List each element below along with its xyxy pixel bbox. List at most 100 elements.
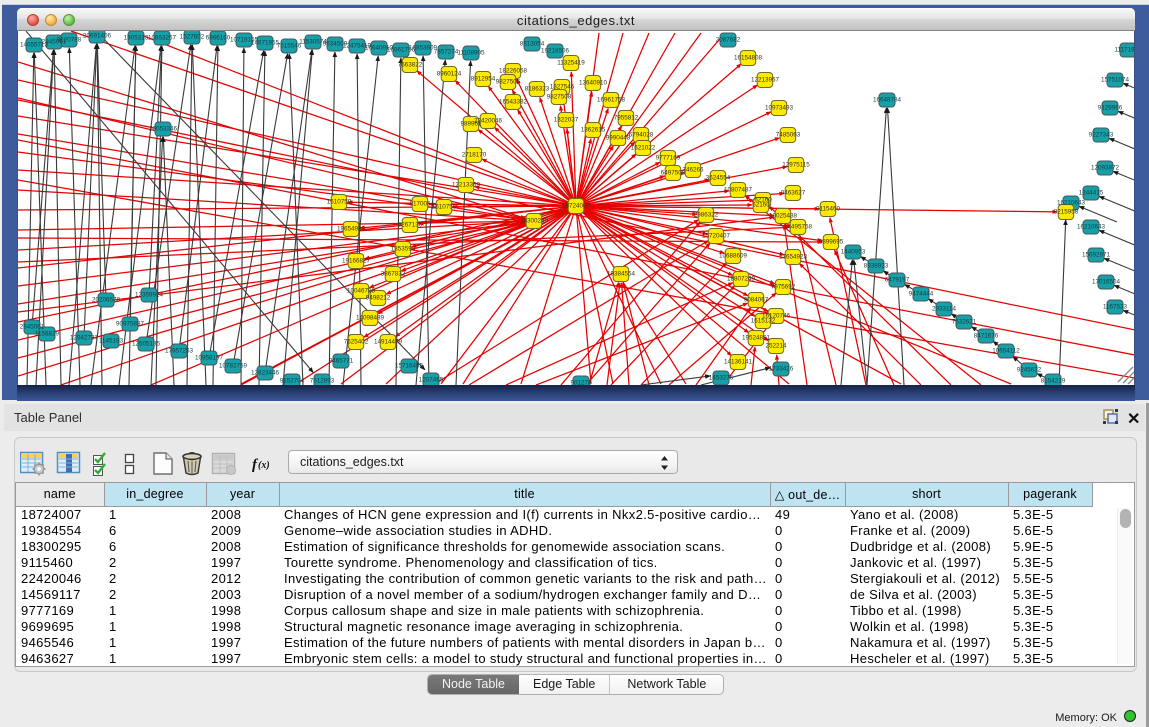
svg-text:746266: 746266 <box>682 167 704 174</box>
svg-text:9465771: 9465771 <box>329 358 354 365</box>
svg-text:12359924: 12359924 <box>135 292 164 299</box>
svg-text:15716485: 15716485 <box>395 363 424 370</box>
svg-text:14495758: 14495758 <box>784 224 813 231</box>
svg-text:18300295: 18300295 <box>520 218 549 225</box>
svg-text:7975692: 7975692 <box>771 284 796 291</box>
svg-text:11108995: 11108995 <box>457 50 485 57</box>
svg-text:8215958: 8215958 <box>1054 209 1079 216</box>
svg-text:19166827: 19166827 <box>342 258 371 265</box>
svg-text:7515546: 7515546 <box>277 43 302 50</box>
svg-text:9777169: 9777169 <box>656 155 681 162</box>
svg-text:1610759: 1610759 <box>327 199 352 206</box>
svg-text:1905313: 1905313 <box>124 35 149 42</box>
svg-text:6794028: 6794028 <box>629 132 654 139</box>
svg-text:17654923: 17654923 <box>779 254 808 261</box>
svg-text:10782759: 10782759 <box>219 363 248 370</box>
svg-text:16210643: 16210643 <box>1057 200 1086 207</box>
svg-text:901273: 901273 <box>570 380 592 385</box>
svg-text:9245632: 9245632 <box>1017 367 1042 374</box>
svg-text:1156829: 1156829 <box>35 331 60 338</box>
svg-text:9129966: 9129966 <box>1098 105 1123 112</box>
svg-text:11171952: 11171952 <box>1114 47 1135 54</box>
svg-text:(x): (x) <box>258 460 270 471</box>
svg-text:8186323: 8186323 <box>525 86 550 93</box>
svg-text:10688609: 10688609 <box>719 253 748 260</box>
svg-text:7857274: 7857274 <box>434 49 459 56</box>
svg-text:1362615: 1362615 <box>581 127 606 134</box>
svg-text:15720407: 15720407 <box>702 233 731 240</box>
svg-text:20206578: 20206578 <box>92 297 121 304</box>
svg-text:3867832: 3867832 <box>381 271 406 278</box>
svg-text:10973493: 10973493 <box>765 105 794 112</box>
svg-text:19384554: 19384554 <box>607 271 636 278</box>
svg-text:8267130: 8267130 <box>398 222 423 229</box>
svg-text:7955812: 7955812 <box>614 115 639 122</box>
svg-text:11325419: 11325419 <box>557 60 585 67</box>
svg-text:12942737: 12942737 <box>70 335 99 342</box>
svg-text:18226058: 18226058 <box>499 68 528 75</box>
svg-text:8960124: 8960124 <box>437 71 462 78</box>
svg-text:10807487: 10807487 <box>724 187 753 194</box>
svg-text:10853267: 10853267 <box>148 35 177 42</box>
svg-text:90975887: 90975887 <box>116 321 145 328</box>
svg-text:1453276: 1453276 <box>709 375 734 382</box>
svg-text:12093872: 12093872 <box>1091 165 1120 172</box>
svg-text:7485063: 7485063 <box>776 132 801 139</box>
svg-text:10046798: 10046798 <box>347 288 376 295</box>
svg-text:14671955: 14671955 <box>251 40 280 47</box>
svg-text:817005: 817005 <box>409 201 431 208</box>
svg-text:12505135: 12505135 <box>132 341 161 348</box>
svg-text:10958197: 10958197 <box>195 355 224 362</box>
svg-text:8813054: 8813054 <box>520 41 545 48</box>
svg-text:18724007: 18724007 <box>562 203 591 210</box>
svg-text:15751074: 15751074 <box>1101 77 1130 84</box>
svg-text:14098489: 14098489 <box>356 315 385 322</box>
svg-text:9474444: 9474444 <box>909 291 934 298</box>
svg-text:9498212: 9498212 <box>366 295 391 302</box>
svg-text:16543382: 16543382 <box>499 99 528 106</box>
svg-text:6966160: 6966160 <box>206 35 231 42</box>
svg-text:1440953: 1440953 <box>841 249 866 256</box>
svg-text:8938923: 8938923 <box>864 263 889 270</box>
svg-text:13640910: 13640910 <box>579 80 608 87</box>
svg-text:1167533: 1167533 <box>1103 304 1128 311</box>
svg-text:1615132: 1615132 <box>751 318 776 325</box>
svg-text:8154219: 8154219 <box>1041 378 1066 385</box>
svg-text:2718170: 2718170 <box>462 152 487 159</box>
svg-text:1327546: 1327546 <box>550 84 575 91</box>
svg-text:16961758: 16961758 <box>597 97 626 104</box>
svg-text:9084067: 9084067 <box>744 297 769 304</box>
svg-text:1207465: 1207465 <box>419 377 444 384</box>
svg-text:1145193: 1145193 <box>99 338 124 345</box>
svg-text:1244415: 1244415 <box>1079 190 1104 197</box>
svg-text:12213369: 12213369 <box>452 182 481 189</box>
svg-text:12975115: 12975115 <box>782 162 810 169</box>
svg-text:14136141: 14136141 <box>724 359 753 366</box>
svg-text:9827505: 9827505 <box>496 79 521 86</box>
svg-text:2986322: 2986322 <box>694 212 719 219</box>
svg-text:3624554: 3624554 <box>706 175 731 182</box>
svg-text:9227343: 9227343 <box>1089 132 1114 139</box>
svg-text:17957253: 17957253 <box>165 348 194 355</box>
svg-text:7663822: 7663822 <box>398 62 423 69</box>
svg-text:8912954: 8912954 <box>471 76 496 83</box>
svg-text:16648784: 16648784 <box>873 97 902 104</box>
svg-text:1353594: 1353594 <box>391 246 416 253</box>
svg-text:6479197: 6479197 <box>885 277 910 284</box>
svg-text:15692971: 15692971 <box>1082 252 1111 259</box>
svg-text:2845061: 2845061 <box>20 324 45 331</box>
svg-text:6899695: 6899695 <box>819 239 844 246</box>
svg-text:2933114: 2933114 <box>932 306 957 313</box>
svg-text:1527602: 1527602 <box>180 34 205 41</box>
svg-text:20053346: 20053346 <box>149 126 178 133</box>
svg-text:252214: 252214 <box>765 343 787 350</box>
svg-text:7612893: 7612893 <box>310 378 335 385</box>
svg-text:7632621: 7632621 <box>952 319 977 326</box>
svg-text:2087682: 2087682 <box>716 37 741 44</box>
svg-text:12823446: 12823446 <box>251 370 280 377</box>
svg-text:20691406: 20691406 <box>83 33 112 40</box>
svg-text:9827508: 9827508 <box>547 94 572 101</box>
svg-text:7625402: 7625402 <box>344 339 369 346</box>
svg-text:10654112: 10654112 <box>992 348 1020 355</box>
svg-text:9120788: 9120788 <box>57 37 82 44</box>
